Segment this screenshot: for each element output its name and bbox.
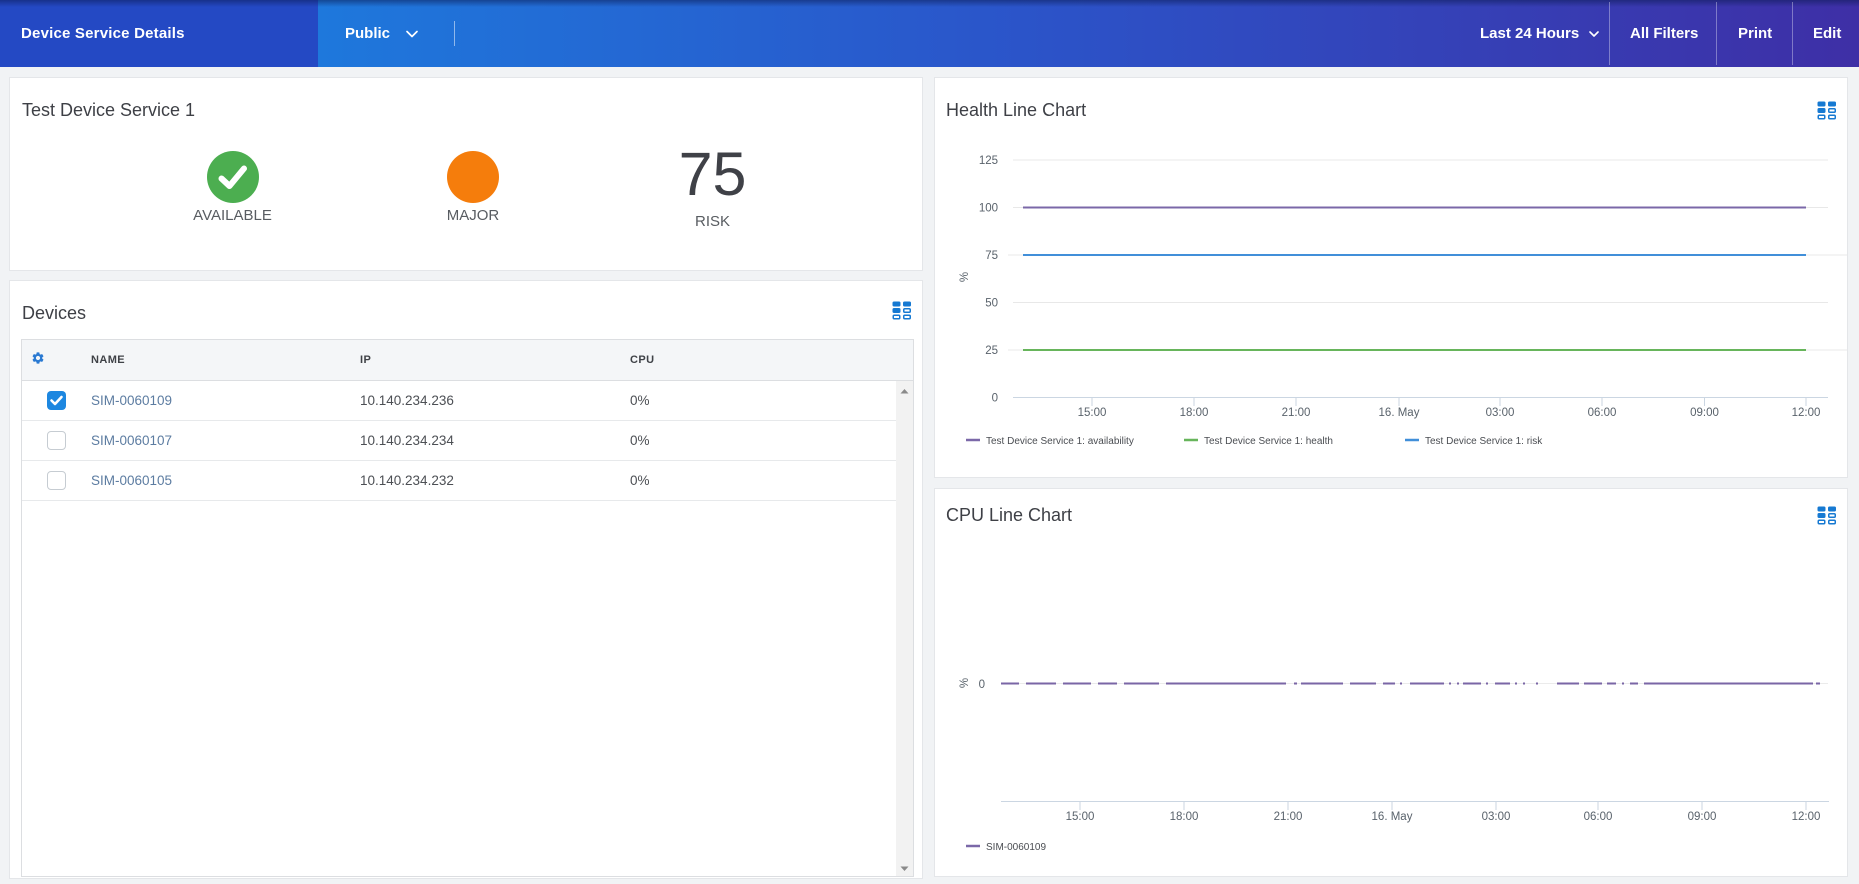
svg-text:15:00: 15:00: [1078, 407, 1107, 419]
svg-text:06:00: 06:00: [1584, 811, 1613, 823]
svg-text:09:00: 09:00: [1688, 811, 1717, 823]
svg-text:12:00: 12:00: [1792, 811, 1821, 823]
svg-text:Test Device Service 1: health: Test Device Service 1: health: [1204, 436, 1333, 447]
svg-text:Test Device Service 1: risk: Test Device Service 1: risk: [1425, 436, 1543, 447]
svg-text:21:00: 21:00: [1274, 811, 1303, 823]
svg-text:SIM-0060109: SIM-0060109: [986, 842, 1046, 853]
svg-text:12:00: 12:00: [1792, 407, 1821, 419]
svg-text:16. May: 16. May: [1379, 407, 1420, 419]
svg-text:%: %: [959, 678, 971, 688]
svg-text:25: 25: [985, 345, 998, 357]
svg-text:03:00: 03:00: [1482, 811, 1511, 823]
svg-text:09:00: 09:00: [1690, 407, 1719, 419]
svg-text:06:00: 06:00: [1588, 407, 1617, 419]
svg-text:16. May: 16. May: [1372, 811, 1413, 823]
svg-text:Test Device Service 1: availab: Test Device Service 1: availability: [986, 436, 1134, 447]
svg-text:0: 0: [992, 393, 998, 405]
svg-text:18:00: 18:00: [1170, 811, 1199, 823]
svg-text:50: 50: [985, 298, 998, 310]
svg-text:18:00: 18:00: [1180, 407, 1209, 419]
svg-text:0: 0: [979, 679, 985, 691]
svg-text:100: 100: [979, 203, 998, 215]
svg-text:75: 75: [985, 250, 998, 262]
svg-text:15:00: 15:00: [1066, 811, 1095, 823]
svg-text:%: %: [959, 272, 971, 282]
svg-text:21:00: 21:00: [1282, 407, 1311, 419]
svg-text:125: 125: [979, 155, 998, 167]
svg-text:03:00: 03:00: [1486, 407, 1515, 419]
